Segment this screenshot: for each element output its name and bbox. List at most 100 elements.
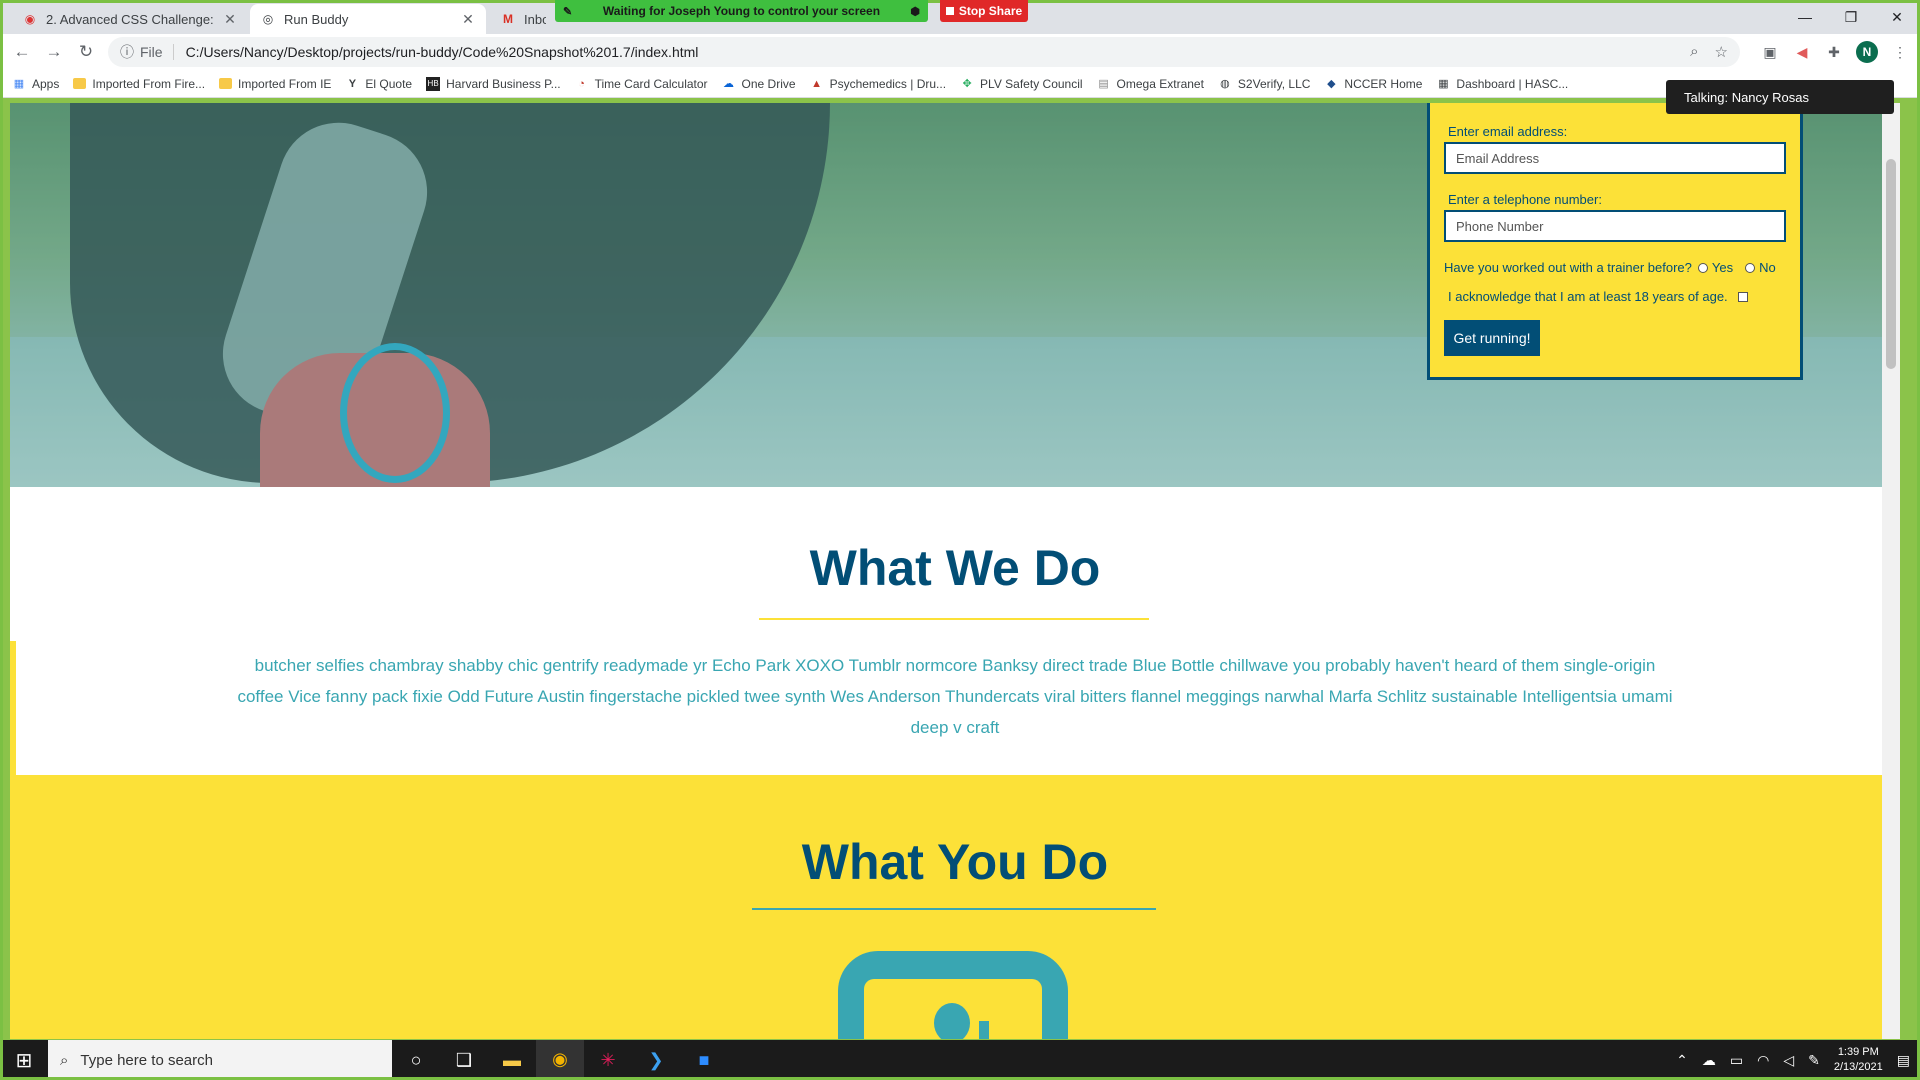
extension-icon[interactable]: ▣ [1760, 42, 1780, 62]
reload-icon[interactable]: ↻ [70, 36, 102, 68]
pen-icon[interactable]: ✎ [1808, 1052, 1820, 1069]
avatar[interactable]: N [1856, 41, 1878, 63]
divider [759, 618, 1149, 620]
bookmark-label: Omega Extranet [1116, 76, 1204, 91]
bookmark-folder-firefox[interactable]: Imported From Fire... [73, 77, 205, 91]
bookmark-label: Psychemedics | Dru... [829, 76, 947, 91]
bookmark-label: PLV Safety Council [980, 76, 1083, 91]
close-window-icon[interactable]: ✕ [1874, 0, 1920, 34]
get-running-button[interactable]: Get running! [1444, 320, 1540, 356]
sign-up-icon-head [934, 1003, 970, 1039]
apps-grid-icon: ▦ [13, 78, 25, 90]
bookmark-psychemedics[interactable]: ▲ Psychemedics | Dru... [810, 77, 946, 91]
wifi-icon[interactable]: ◠ [1757, 1052, 1769, 1069]
sign-up-icon [838, 951, 1068, 1039]
folder-icon [219, 78, 233, 89]
what-you-do-section: What You Do [10, 775, 1900, 1039]
forward-arrow-icon[interactable]: → [38, 36, 70, 68]
bookmark-star-icon[interactable]: ☆ [1715, 43, 1728, 61]
email-field[interactable]: Email Address [1444, 142, 1786, 174]
scheme-label: File [140, 44, 174, 60]
trainer-question: Have you worked out with a trainer befor… [1444, 260, 1786, 275]
age-ack-label: I acknowledge that I am at least 18 year… [1448, 289, 1728, 304]
bookmark-harvard[interactable]: HB Harvard Business P... [426, 76, 561, 91]
bookmark-el-quote[interactable]: Y El Quote [345, 77, 412, 91]
onedrive-icon[interactable]: ☁ [1702, 1052, 1716, 1069]
chrome-icon[interactable]: ◉ [536, 1040, 584, 1080]
shield-icon: ▲ [811, 77, 822, 90]
close-icon[interactable]: ✕ [222, 11, 238, 27]
zoom-extension-icon[interactable]: ◀ [1792, 42, 1812, 62]
puzzle-icon[interactable]: ✚ [1824, 42, 1844, 62]
tab-title: Run Buddy [284, 11, 349, 27]
bookmark-label: Imported From IE [238, 76, 332, 91]
vscode-icon[interactable]: ❯ [632, 1040, 680, 1080]
file-explorer-icon[interactable]: ▬ [488, 1040, 536, 1080]
zoom-app-icon[interactable]: ■ [680, 1040, 728, 1080]
clock-date: 2/13/2021 [1833, 1061, 1883, 1073]
signup-form: Enter email address: Email Address Enter… [1427, 103, 1803, 380]
bookmark-apps[interactable]: ▦ Apps [12, 76, 60, 91]
tab-inbox[interactable]: M Inbox [490, 4, 556, 34]
bookmark-dashboard[interactable]: ▦ Dashboard | HASC... [1436, 77, 1568, 91]
minimize-icon[interactable]: — [1782, 0, 1828, 34]
taskbar-search[interactable]: ⌕ Type here to search [48, 1040, 392, 1080]
notifications-icon[interactable]: ▤ [1897, 1052, 1910, 1069]
no-label: No [1759, 260, 1776, 275]
phone-label: Enter a telephone number: [1448, 192, 1602, 207]
bookmark-label: NCCER Home [1344, 76, 1423, 91]
phone-field[interactable]: Phone Number [1444, 210, 1786, 242]
what-we-do-body: butcher selfies chambray shabby chic gen… [237, 656, 1673, 737]
zoom-banner-text: Waiting for Joseph Young to control your… [602, 4, 881, 18]
bookmark-s2verify[interactable]: ◍ S2Verify, LLC [1218, 77, 1310, 91]
bookmark-time-card[interactable]: ◔ Time Card Calculator [575, 77, 707, 91]
folder-icon [73, 78, 87, 89]
tab-title: Inbox [524, 11, 546, 27]
age-checkbox[interactable] [1737, 291, 1748, 302]
bookmark-omega[interactable]: ▤ Omega Extranet [1097, 77, 1204, 91]
gmail-icon: M [503, 12, 513, 26]
taskbar-search-placeholder: Type here to search [80, 1051, 213, 1069]
scrollbar-thumb[interactable] [1886, 159, 1896, 369]
shield-icon: ⬢ [910, 5, 920, 18]
windows-start-icon[interactable]: ⊞ [0, 1040, 48, 1080]
url-text[interactable]: C:/Users/Nancy/Desktop/projects/run-budd… [186, 44, 699, 60]
back-arrow-icon[interactable]: ← [6, 36, 38, 68]
bookmark-plv[interactable]: ✥ PLV Safety Council [960, 76, 1083, 91]
tab-run-buddy[interactable]: ◎ Run Buddy ✕ [250, 4, 486, 34]
trainer-no-radio[interactable] [1745, 262, 1756, 273]
bookmark-label: Harvard Business P... [446, 76, 561, 91]
address-bar[interactable]: ⓘ File C:/Users/Nancy/Desktop/projects/r… [108, 37, 1740, 67]
stop-share-label: Stop Share [958, 4, 1023, 18]
bookmark-folder-ie[interactable]: Imported From IE [219, 77, 331, 91]
what-you-do-title: What You Do [801, 834, 1109, 890]
battery-icon[interactable]: ▭ [1730, 1052, 1743, 1069]
bookmark-label: Apps [32, 76, 60, 91]
chevron-up-icon[interactable]: ⌃ [1676, 1052, 1688, 1069]
stop-share-button[interactable]: Stop Share [940, 0, 1028, 22]
system-tray: ⌃ ☁ ▭ ◠ ◁ ✎ 1:39 PM 2/13/2021 ▤ [1676, 1040, 1920, 1080]
what-we-do-title: What We Do [809, 540, 1101, 596]
taskbar-clock[interactable]: 1:39 PM 2/13/2021 [1834, 1045, 1883, 1075]
restore-icon[interactable]: ❐ [1828, 0, 1874, 34]
tab-css-challenge[interactable]: ◉ 2. Advanced CSS Challenge: Prof ✕ [12, 4, 248, 34]
accent-stripe [10, 641, 16, 775]
close-icon[interactable]: ✕ [460, 11, 476, 27]
volume-icon[interactable]: ◁ [1783, 1052, 1794, 1069]
zoom-magnifier-icon[interactable]: ⌕ [1690, 43, 1698, 61]
slack-icon[interactable]: ✳ [584, 1040, 632, 1080]
lightning-icon: ◉ [24, 12, 36, 26]
task-view-icon[interactable]: ❑ [440, 1040, 488, 1080]
bookmark-nccer[interactable]: ◆ NCCER Home [1324, 77, 1422, 91]
bookmark-one-drive[interactable]: ☁ One Drive [722, 77, 796, 91]
bookmark-label: Imported From Fire... [92, 76, 206, 91]
kebab-menu-icon[interactable]: ⋮ [1890, 42, 1910, 62]
yes-label: Yes [1711, 260, 1734, 275]
sign-up-icon-pen [979, 1021, 989, 1039]
bookmark-label: S2Verify, LLC [1237, 76, 1311, 91]
info-icon[interactable]: ⓘ [120, 42, 134, 62]
cortana-icon[interactable]: ○ [392, 1040, 440, 1080]
trainer-yes-radio[interactable] [1697, 262, 1708, 273]
bookmark-label: El Quote [365, 76, 413, 91]
page-scrollbar[interactable] [1882, 103, 1900, 1039]
